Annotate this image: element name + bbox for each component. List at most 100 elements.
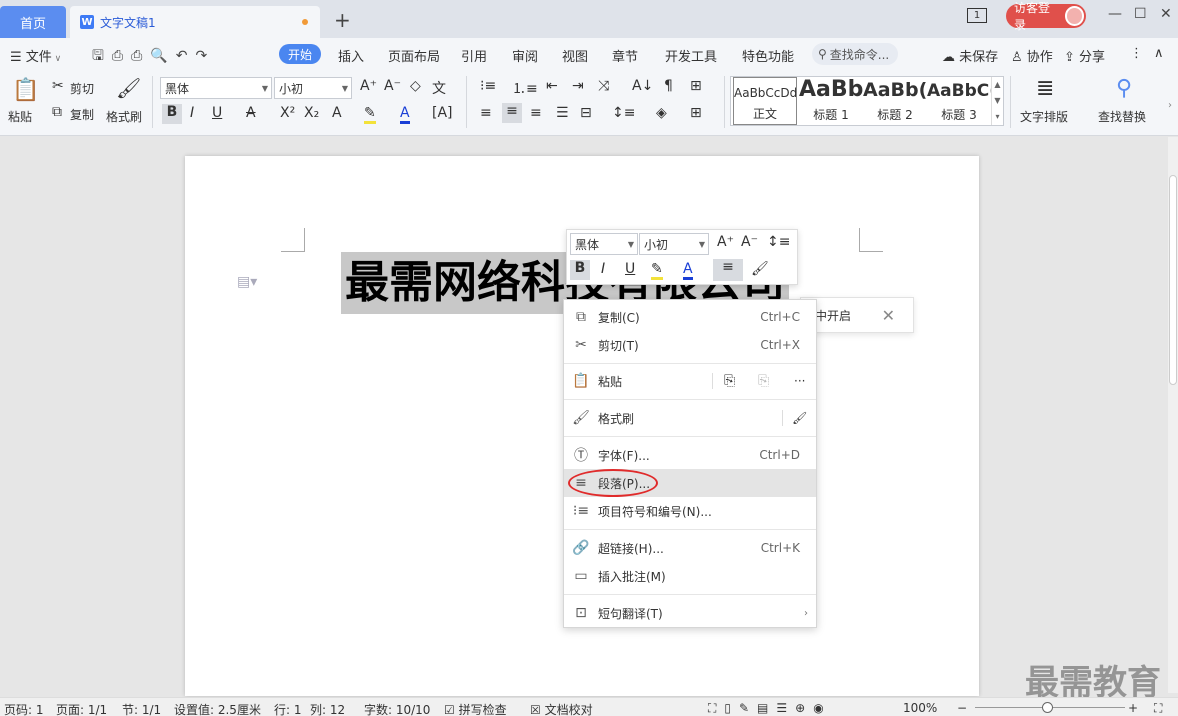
mini-underline-icon[interactable]: U <box>625 261 635 277</box>
format-painter-lock-icon[interactable]: 🖌 <box>792 411 807 425</box>
format-painter-button[interactable]: 格式刷 <box>106 108 142 125</box>
menu-item-font[interactable]: Ⓣ 字体(F)... Ctrl+D <box>564 441 816 469</box>
bold-icon[interactable]: B <box>162 104 182 124</box>
style-heading1[interactable]: AaBb 标题 1 <box>799 77 863 125</box>
paste-button[interactable]: 粘贴 <box>8 108 32 125</box>
menu-item-bullets-numbering[interactable]: ⁝≡ 项目符号和编号(N)... <box>564 497 816 525</box>
spell-check-button[interactable]: ☑ 拼写检查 <box>444 701 507 716</box>
tab-start[interactable]: 开始 <box>279 44 321 64</box>
justify-icon[interactable]: ☰ <box>556 105 569 121</box>
maximize-button[interactable]: ☐ <box>1134 6 1147 22</box>
tab-insert[interactable]: 插入 <box>338 46 364 65</box>
strikethrough-icon[interactable]: A <box>246 105 256 121</box>
table-icon[interactable]: ⊞ <box>690 78 702 94</box>
style-gallery[interactable]: AaBbCcDd 正文 AaBb 标题 1 AaBb( 标题 2 AaBbC( … <box>730 76 1004 126</box>
clear-format-icon[interactable]: ◇ <box>410 78 421 94</box>
file-menu[interactable]: ☰ 文件 ∨ <box>10 46 61 65</box>
zoom-out-icon[interactable]: − <box>957 701 967 715</box>
copy-button[interactable]: 复制 <box>70 106 94 123</box>
quick-access-icons[interactable]: 🖫⎙⎙🔍↶↷ <box>92 45 215 69</box>
show-marks-icon[interactable]: ¶ <box>664 78 673 94</box>
mini-bold-icon[interactable]: B <box>570 260 590 280</box>
numbered-list-icon[interactable]: ⒈≡ <box>512 78 538 98</box>
paste-keep-format-icon[interactable]: ⎘ <box>724 373 735 389</box>
visitor-login-button[interactable]: 访客登录 <box>1006 1 1086 32</box>
menu-item-cut[interactable]: ✂ 剪切(T) Ctrl+X <box>564 331 816 359</box>
menu-item-copy[interactable]: ⧉ 复制(C) Ctrl+C <box>564 303 816 331</box>
close-icon[interactable]: ✕ <box>882 306 895 325</box>
tab-developer[interactable]: 开发工具 <box>665 46 717 65</box>
text-direction-icon[interactable]: ⤨ <box>598 78 609 94</box>
minimize-button[interactable]: — <box>1108 6 1122 22</box>
tab-section[interactable]: 章节 <box>612 46 638 65</box>
decrease-indent-icon[interactable]: ⇤ <box>546 78 558 94</box>
char-border-icon[interactable]: [A] <box>432 105 453 121</box>
style-heading3[interactable]: AaBbC( 标题 3 <box>927 77 991 125</box>
view-mode-icons[interactable]: ⛶▯✎▤☰⊕◉ <box>708 701 832 716</box>
distribute-icon[interactable]: ⊟ <box>580 105 592 121</box>
font-shrink-icon[interactable]: A⁻ <box>384 78 401 94</box>
mini-font-size-select[interactable]: 小初 ▼ <box>639 233 709 255</box>
menu-item-insert-comment[interactable]: ▭ 插入批注(M) <box>564 562 816 590</box>
new-tab-button[interactable]: + <box>334 8 351 32</box>
tab-home[interactable]: 首页 <box>0 6 66 38</box>
page-count[interactable]: 页面: 1/1 <box>56 701 107 716</box>
unsaved-status[interactable]: ☁ 未保存 <box>942 46 998 65</box>
superscript-icon[interactable]: X² <box>280 105 295 121</box>
scrollbar-thumb[interactable] <box>1169 175 1177 385</box>
mini-format-painter-icon[interactable]: 🖌 <box>751 261 769 277</box>
text-effect-icon[interactable]: A <box>332 105 342 121</box>
column-number[interactable]: 列: 12 <box>310 701 345 716</box>
line-spacing-icon[interactable]: ↕≡ <box>612 105 635 121</box>
italic-icon[interactable]: I <box>190 105 194 121</box>
section-count[interactable]: 节: 1/1 <box>122 701 161 716</box>
row-number[interactable]: 行: 1 <box>274 701 302 716</box>
collab-button[interactable]: ♙ 协作 <box>1011 46 1053 65</box>
collapse-ribbon-icon[interactable]: ∧ <box>1154 46 1164 61</box>
style-heading2[interactable]: AaBb( 标题 2 <box>863 77 927 125</box>
mini-font-grow-icon[interactable]: A⁺ <box>717 234 734 250</box>
pinyin-icon[interactable]: 文 <box>432 78 446 98</box>
mini-font-shrink-icon[interactable]: A⁻ <box>741 234 758 250</box>
close-button[interactable]: ✕ <box>1160 6 1172 22</box>
increase-indent-icon[interactable]: ⇥ <box>572 78 584 94</box>
text-layout-button[interactable]: 文字排版 <box>1020 108 1068 125</box>
style-normal[interactable]: AaBbCcDd 正文 <box>733 77 797 125</box>
fit-page-icon[interactable]: ⛶ <box>1154 701 1162 716</box>
more-paste-options-icon[interactable]: ··· <box>794 374 805 388</box>
align-right-icon[interactable]: ≡ <box>530 105 542 121</box>
tab-view[interactable]: 视图 <box>562 46 588 65</box>
mini-line-spacing-icon[interactable]: ↕≡ <box>767 234 790 250</box>
tab-references[interactable]: 引用 <box>461 46 487 65</box>
find-replace-button[interactable]: 查找替换 <box>1098 108 1146 125</box>
proofread-button[interactable]: ☒ 文档校对 <box>530 701 593 716</box>
search-command-input[interactable]: ⚲ 查找命令... <box>812 43 898 65</box>
align-left-icon[interactable]: ≡ <box>480 105 492 121</box>
mini-italic-icon[interactable]: I <box>601 261 605 277</box>
tab-special[interactable]: 特色功能 <box>742 46 794 65</box>
paste-icon[interactable]: 📋 <box>12 78 39 103</box>
paste-text-only-icon[interactable]: ⎘ <box>758 373 769 389</box>
mini-font-color-icon[interactable]: A <box>683 261 693 280</box>
paragraph-marker-icon[interactable]: ▤▾ <box>237 274 257 290</box>
font-size-select[interactable]: 小初 ▼ <box>274 77 352 99</box>
mini-align-icon[interactable]: ≡ <box>713 259 743 281</box>
sort-icon[interactable]: A↓ <box>632 78 653 94</box>
font-color-icon[interactable]: A <box>400 105 410 124</box>
setting-value[interactable]: 设置值: 2.5厘米 <box>174 701 261 716</box>
copy-icon[interactable]: ⧉ <box>52 104 62 120</box>
mini-highlight-icon[interactable]: ✎ <box>651 261 663 280</box>
zoom-in-icon[interactable]: + <box>1128 701 1138 715</box>
text-layout-icon[interactable]: ≣ <box>1036 76 1054 101</box>
underline-icon[interactable]: U <box>212 105 222 121</box>
shading-icon[interactable]: ◈ <box>656 105 667 121</box>
share-button[interactable]: ⇪ 分享 <box>1064 46 1105 65</box>
more-icon[interactable]: ⋮ <box>1130 46 1143 61</box>
find-replace-icon[interactable]: ⚲ <box>1116 76 1132 101</box>
zoom-slider-knob[interactable] <box>1042 702 1053 713</box>
border-icon[interactable]: ⊞ <box>690 105 702 121</box>
menu-item-hyperlink[interactable]: 🔗 超链接(H)... Ctrl+K <box>564 534 816 562</box>
mini-font-name-select[interactable]: 黑体 ▼ <box>570 233 638 255</box>
subscript-icon[interactable]: X₂ <box>304 105 319 121</box>
align-center-icon[interactable]: ≡ <box>502 103 522 123</box>
